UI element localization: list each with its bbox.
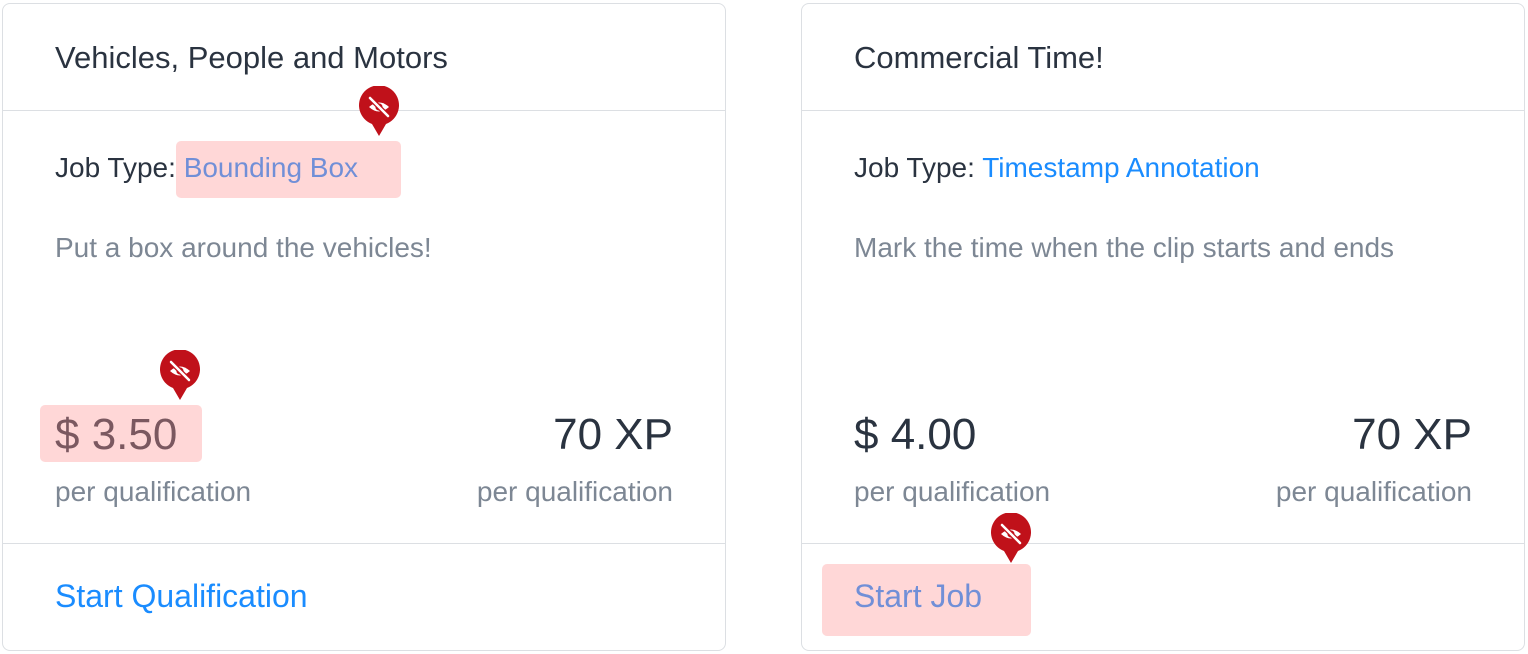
start-qualification-button[interactable]: Start Qualification [55,578,308,615]
hidden-eye-icon[interactable] [357,86,401,138]
job-type-value[interactable]: Bounding Box [184,152,358,183]
job-description: Mark the time when the clip starts and e… [854,232,1395,263]
job-card: Commercial Time! Job Type: Timestamp Ann… [801,3,1525,651]
xp-amount: 70 XP [1352,410,1472,459]
hidden-eye-icon[interactable] [989,513,1033,565]
xp-unit: per qualification [476,476,673,507]
hidden-eye-icon[interactable] [158,350,202,402]
price-unit: per qualification [55,476,252,507]
card-footer: Start Job [802,543,1524,650]
start-job-button[interactable]: Start Job [854,578,982,615]
price-amount: $ 3.50 [55,410,178,459]
job-type-value[interactable]: Timestamp Annotation [982,152,1260,183]
job-type-label: Job Type: [55,152,176,183]
price-amount: $ 4.00 [854,410,977,459]
card-title: Commercial Time! [854,40,1104,75]
xp-unit: per qualification [1275,476,1472,507]
xp-amount: 70 XP [553,410,673,459]
price-unit: per qualification [854,476,1051,507]
job-type-row: Job Type: Timestamp Annotation [854,152,1260,184]
card-header: Commercial Time! [802,4,1524,111]
job-type-label: Job Type: [854,152,975,183]
job-description: Put a box around the vehicles! [55,232,432,263]
job-type-row: Job Type: Bounding Box [55,152,358,184]
card-footer: Start Qualification [3,543,725,650]
card-title: Vehicles, People and Motors [55,40,448,75]
